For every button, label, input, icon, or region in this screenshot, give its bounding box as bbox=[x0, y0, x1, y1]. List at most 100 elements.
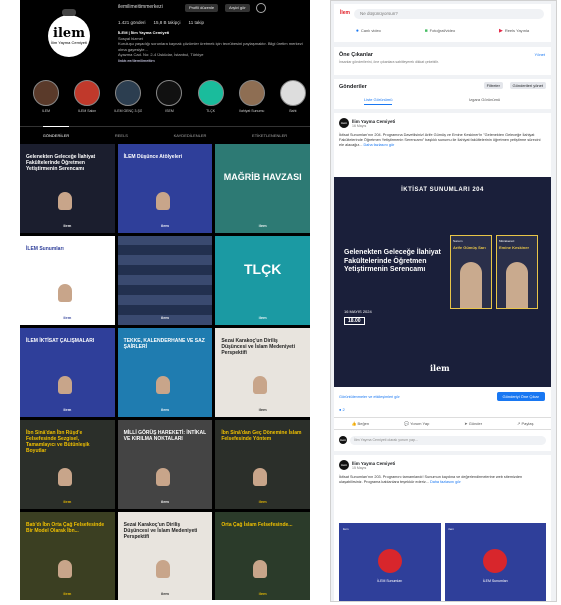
grid-post[interactable]: İLEM İKTİSAT ÇALIŞMALARI ilem bbox=[20, 328, 115, 417]
banner-logo: ilem bbox=[430, 363, 450, 373]
highlight-label: TLÇK bbox=[206, 109, 216, 113]
highlight-label: İLEM Salon bbox=[78, 109, 97, 113]
post-card: ilem İlim Yayma Cemiyeti 16 Mayıs İktisa… bbox=[334, 113, 551, 451]
grid-post-title: İLEM İKTİSAT ÇALIŞMALARI bbox=[26, 338, 95, 344]
filters-button[interactable]: Filtreler bbox=[483, 82, 503, 89]
banner-heading: İKTİSAT SUNUMLARI 204 bbox=[401, 187, 484, 193]
followers-count[interactable]: 15,8 B takipçi bbox=[154, 20, 181, 25]
tab-kaydedi̇lenler[interactable]: KAYDEDİLENLER bbox=[174, 133, 207, 138]
post-text: İktisat Sunumları'nın 203. Programını ta… bbox=[339, 475, 523, 484]
grid-post-title: Batı'dı İbn Orta Çağ Felsefesinde Bir Mo… bbox=[26, 522, 105, 534]
grid-post[interactable]: İLEM Sunumları ilem bbox=[20, 236, 115, 325]
speaker-photo bbox=[253, 376, 268, 394]
composer-input[interactable]: Ne düşünüyorsun? bbox=[354, 9, 544, 19]
following-count[interactable]: 11 takip bbox=[189, 20, 204, 25]
post-image[interactable]: İKTİSAT SUNUMLARI 204 Gelenekten Geleceğ… bbox=[334, 177, 551, 387]
settings-gear-icon[interactable] bbox=[256, 3, 266, 13]
reels-icon: ▶ bbox=[498, 28, 503, 34]
grid-post[interactable]: İbn Sinâ'dan İbn Rüşd'e Felsefesinde Sez… bbox=[20, 420, 115, 509]
posts-count[interactable]: 1.421 gönderi bbox=[118, 20, 146, 25]
tab-grid-view[interactable]: Izgara Görünümü bbox=[469, 97, 500, 102]
posts-header: Gönderiler Filtreler Gönderileri yönet L… bbox=[334, 79, 551, 109]
speaker-photo bbox=[58, 376, 72, 394]
post-date[interactable]: 15 Mayıs bbox=[352, 466, 395, 470]
reels-button[interactable]: ▶ Reels Yayınla bbox=[499, 28, 529, 34]
page-name[interactable]: İlim Yayma Cemiyeti bbox=[352, 461, 395, 466]
highlight-item[interactable]: İLEM GENÇ 3.ŞG bbox=[114, 80, 142, 113]
page-avatar[interactable]: ilem bbox=[339, 118, 349, 128]
highlight-cover bbox=[156, 80, 183, 106]
brand-logo: ilem bbox=[63, 499, 72, 504]
post-image[interactable]: ilem İLEM Sunumları bbox=[339, 523, 441, 601]
highlight-cover bbox=[74, 80, 101, 106]
post-image[interactable]: ilem İLEM Sunumları bbox=[444, 523, 546, 601]
brand-logo: ilem bbox=[160, 591, 169, 596]
highlight-cover bbox=[279, 80, 306, 106]
grid-post[interactable]: Gelenekten Geleceğe İlahiyat Fakülteleri… bbox=[20, 144, 115, 233]
live-video-button[interactable]: ● Canlı video bbox=[356, 28, 381, 34]
like-button[interactable]: 👍 Beğen bbox=[351, 421, 369, 426]
highlight-item[interactable]: TLÇK bbox=[197, 80, 225, 113]
grid-post[interactable]: ilem bbox=[117, 236, 213, 325]
profile-tabs: GÖNDERİLER REELS KAYDEDİLENLER ETİKETLENENL… bbox=[20, 126, 310, 138]
reaction-count[interactable]: ● 2 bbox=[339, 407, 345, 412]
highlight-item[interactable]: İLEM Salon bbox=[73, 80, 101, 113]
view-archive-button[interactable]: Arşivi gör bbox=[225, 4, 250, 12]
comment-row: ilem İlim Yayma Cemiyeti olarak yorum ya… bbox=[339, 435, 546, 445]
highlight-item[interactable]: Baht bbox=[279, 80, 307, 113]
grid-post[interactable]: TLÇK ilem bbox=[215, 236, 310, 325]
posts-title: Gönderiler bbox=[339, 84, 367, 90]
post-header: ilem İlim Yayma Cemiyeti 16 Mayıs bbox=[339, 118, 395, 128]
highlight-item[interactable]: İSEM bbox=[155, 80, 183, 113]
grid-post[interactable]: İLEM Düşünce Atölyeleri ilem bbox=[117, 144, 213, 233]
bio-link[interactable]: linktr.ee/ilemilimeitim bbox=[118, 58, 303, 64]
highlight-item[interactable]: İLEM bbox=[32, 80, 60, 113]
grid-post[interactable]: İbn Sinâ'dan Geç Dönemine İslam Felsefes… bbox=[215, 420, 310, 509]
post-date[interactable]: 16 Mayıs bbox=[352, 124, 395, 128]
logo-text: ilem bbox=[53, 25, 85, 41]
photo-video-button[interactable]: ■ Fotoğraf/video bbox=[425, 28, 456, 34]
boost-post-button[interactable]: Gönderiyi Öne Çıkar bbox=[496, 392, 545, 401]
grid-post[interactable]: Orta Çağ İslam Felsefesinde... ilem bbox=[215, 512, 310, 600]
send-button[interactable]: ➤ Gönder bbox=[464, 421, 482, 426]
grid-post-title: TLÇK bbox=[243, 261, 282, 277]
insights-link[interactable]: Görüntülenmeler ve etkileşimleri gör bbox=[339, 395, 400, 399]
grid-post-title: TEKKE, KALENDERHANE VE SAZ ŞAİRLERİ bbox=[123, 338, 205, 350]
page-avatar[interactable]: ilem bbox=[339, 460, 349, 470]
tab-reels[interactable]: REELS bbox=[115, 133, 128, 138]
grid-post[interactable]: MİLLİ GÖRÜŞ HAREKETİ: İNTİKAL VE KIRILMA… bbox=[117, 420, 213, 509]
highlight-item[interactable]: İlahiyat Sunumu bbox=[238, 80, 266, 113]
edit-profile-button[interactable]: Profili düzenle bbox=[185, 4, 219, 12]
like-reaction-icon: ● bbox=[339, 407, 342, 412]
grid-post[interactable]: TEKKE, KALENDERHANE VE SAZ ŞAİRLERİ ilem bbox=[117, 328, 213, 417]
speaker-photo bbox=[155, 560, 170, 578]
profile-avatar[interactable]: ilem İlim Yayma Cemiyeti bbox=[48, 9, 90, 57]
grid-post-title: Sezai Karakoç'un Diriliş Düşüncesi ve İs… bbox=[123, 522, 198, 540]
page-name[interactable]: İlim Yayma Cemiyeti bbox=[352, 119, 395, 124]
tab-eti̇ketlenenler[interactable]: ETİKETLENENLER bbox=[252, 133, 287, 138]
logo-subtext: İlim Yayma Cemiyeti bbox=[50, 39, 88, 45]
tab-gönderi̇ler[interactable]: GÖNDERİLER bbox=[42, 126, 70, 138]
brand-logo: ilem bbox=[63, 315, 72, 320]
manage-posts-button[interactable]: Gönderileri yönet bbox=[509, 82, 546, 89]
grid-post[interactable]: MAĞRİB HAVZASI ilem bbox=[215, 144, 310, 233]
speaker-photo bbox=[483, 549, 508, 573]
comment-input[interactable]: İlim Yayma Cemiyeti olarak yorum yap... bbox=[350, 435, 546, 445]
grid-post[interactable]: Batı'dı İbn Orta Çağ Felsefesinde Bir Mo… bbox=[20, 512, 115, 600]
grid-post-title: İLEM Düşünce Atölyeleri bbox=[123, 154, 183, 160]
see-more-link[interactable]: Daha fazlasını gör bbox=[430, 480, 461, 484]
post-header: ilem İlim Yayma Cemiyeti 15 Mayıs bbox=[339, 460, 395, 470]
banner-time: 18.00 bbox=[344, 317, 365, 325]
tab-list-view[interactable]: Liste Görünümü bbox=[364, 97, 393, 105]
comment-button[interactable]: 💬 Yorum Yap bbox=[404, 421, 429, 426]
brand-logo: ilem bbox=[63, 407, 72, 412]
featured-manage-link[interactable]: Yönet bbox=[535, 52, 545, 57]
grid-post[interactable]: Sezai Karakoç'un Diriliş Düşüncesi ve İs… bbox=[117, 512, 213, 600]
speaker-photo bbox=[58, 192, 72, 210]
grid-post[interactable]: Sezai Karakoç'un Diriliş Düşüncesi ve İs… bbox=[215, 328, 310, 417]
facebook-page-panel: İlem Ne düşünüyorsun? ● Canlı video ■ Foto… bbox=[330, 0, 557, 602]
see-more-link[interactable]: Daha fazlasını gör bbox=[364, 143, 395, 147]
share-button[interactable]: ↗ Paylaş bbox=[517, 421, 533, 426]
speaker-photo bbox=[460, 262, 482, 308]
speaker-card: Müzakereci Emine Keskiner bbox=[496, 235, 538, 309]
